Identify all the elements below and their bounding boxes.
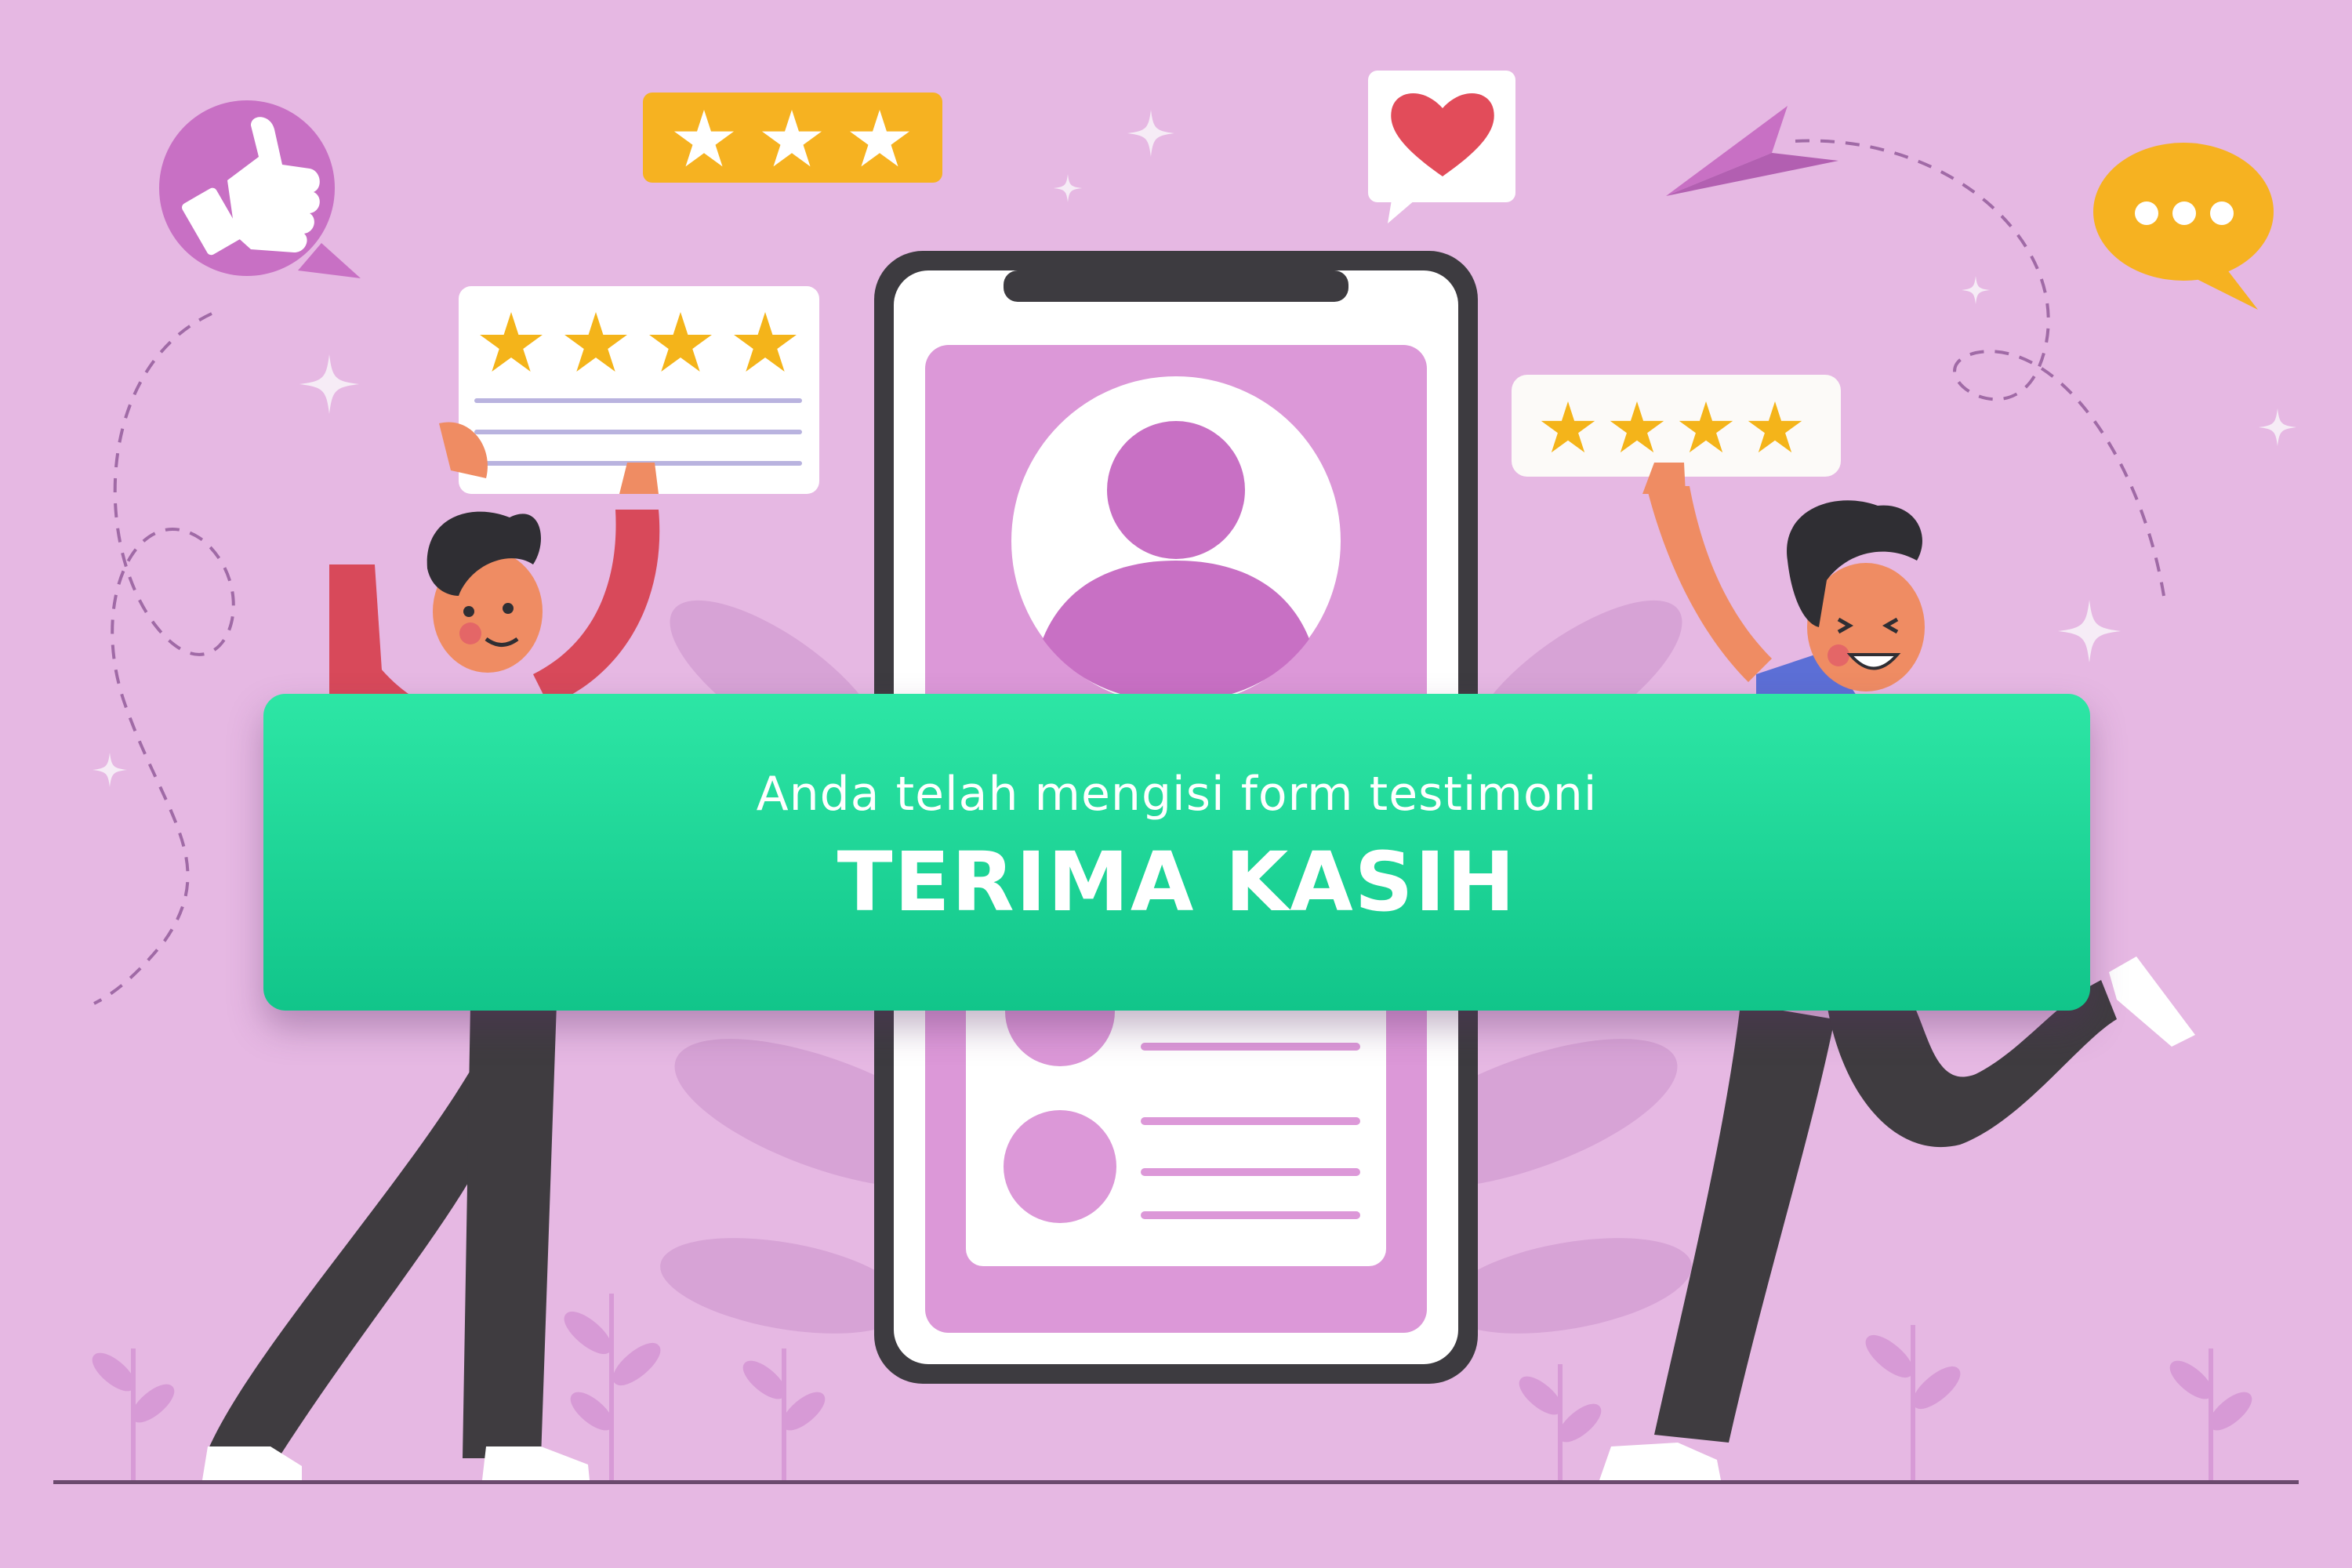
banner-subtitle: Anda telah mengisi form testimoni [756, 767, 1598, 822]
paper-plane-icon [1666, 106, 1838, 196]
thumbs-up-bubble [159, 100, 361, 278]
sparkle-icon [93, 753, 127, 787]
heart-bubble [1368, 71, 1515, 223]
right-rating-card [1512, 375, 1841, 477]
three-star-badge [643, 93, 942, 183]
sparkle-icon [299, 354, 359, 414]
sparkle-icon [1054, 174, 1082, 202]
dashed-path-left [93, 312, 235, 1005]
sparkle-icon [2058, 600, 2121, 662]
thank-you-banner: Anda telah mengisi form testimoni TERIMA… [263, 694, 2090, 1011]
chat-bubble-icon [2093, 143, 2274, 310]
banner-title: TERIMA KASIH [837, 834, 1517, 930]
sparkle-icon [2259, 408, 2296, 446]
ground-line [53, 1480, 2299, 1484]
sparkle-icon [1962, 276, 1990, 304]
sparkle-icon [1127, 110, 1174, 157]
